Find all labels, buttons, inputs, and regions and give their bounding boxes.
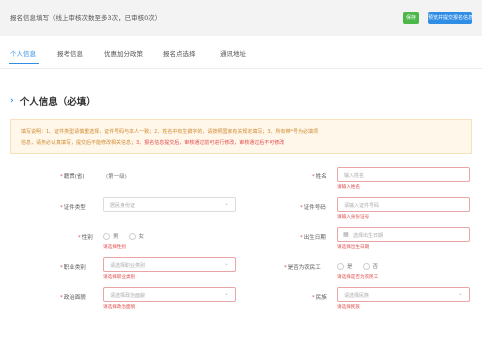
ethnicity-select[interactable]: 请选择民族 ⌄	[337, 287, 470, 302]
id-type-select[interactable]: 居民身份证 ⌄	[103, 197, 236, 212]
notice-box: 填写说明：1、证件类型请慎重选择，证件号码与本人一致；2、姓名中有生僻字的，请按…	[10, 119, 472, 154]
occupation-select[interactable]: 请选择职业类别 ⌄	[103, 257, 236, 272]
birth-date-picker[interactable]: ▦ 选择出生日期	[337, 227, 470, 242]
political-error: 请选择政治面貌	[103, 305, 136, 310]
birth-date-label: *出生日期	[300, 235, 326, 241]
tab-registration-point[interactable]: 报名点选择	[163, 48, 196, 58]
migrant-radio-group: 是 否	[337, 262, 388, 270]
migrant-option-no[interactable]: 否	[362, 262, 378, 270]
tabs-divider	[0, 68, 482, 69]
section-heading: › 个人信息（必填）	[10, 94, 96, 108]
ethnicity-label: *民族	[312, 295, 327, 301]
name-error: 请输入姓名	[337, 185, 360, 190]
gender-error: 请选择性别	[103, 245, 126, 250]
origin-label: *籍贯(省)	[60, 174, 85, 180]
chevron-down-icon: ⌄	[223, 290, 229, 297]
tab-bar: 个人信息 报考信息 优惠加分政策 报名点选择 通讯地址	[0, 43, 482, 69]
migrant-option-yes[interactable]: 是	[337, 262, 353, 270]
tab-personal-info[interactable]: 个人信息	[10, 48, 36, 58]
radio-circle-icon	[337, 262, 344, 270]
notice-line-2: 信息，请务必认真填写，提交后不能修改相关信息；3、报名信息提交后，审核通过前可进…	[21, 139, 284, 146]
calendar-icon: ▦	[343, 230, 349, 238]
name-label: *姓名	[312, 174, 327, 180]
id-type-label: *证件类型	[60, 205, 86, 211]
chevron-down-icon: ⌄	[223, 260, 229, 267]
political-select[interactable]: 请选择政治面貌 ⌄	[103, 287, 236, 302]
birth-date-error: 请选择出生日期	[337, 245, 370, 250]
occupation-label: *职业类别	[60, 265, 86, 271]
migrant-label: *是否为农民工	[284, 265, 321, 271]
active-tab-indicator	[9, 63, 39, 64]
migrant-error: 请选择是否为农民工	[337, 275, 379, 280]
tab-bonus-policy[interactable]: 优惠加分政策	[104, 48, 143, 58]
name-input[interactable]: 输入姓名	[337, 167, 470, 182]
page-header: 报名信息填写（线上审核次数至多3次，已审核0次） 保存 预览并提交报名信息	[0, 0, 482, 36]
id-number-input[interactable]: 请输入证件号码	[337, 197, 470, 212]
section-title: 个人信息（必填）	[19, 97, 96, 108]
gender-option-male[interactable]: 男	[103, 232, 119, 240]
id-number-error: 请输入身份证号	[337, 215, 370, 220]
notice-line-2-text: 信息，请务必认真填写，提交后不能修改相关信息；	[21, 140, 137, 146]
radio-circle-icon	[362, 262, 370, 270]
radio-circle-icon	[128, 232, 136, 240]
chevron-right-icon: ›	[10, 96, 14, 106]
chevron-down-icon: ⌄	[457, 290, 463, 297]
id-number-label: *证件号码	[300, 205, 326, 211]
origin-value: (第一级)	[106, 174, 127, 180]
gender-radio-group: 男 女	[103, 232, 154, 240]
tab-mailing-address[interactable]: 通讯地址	[220, 48, 246, 58]
radio-circle-icon	[103, 232, 110, 240]
notice-line-2-warning: 3、报名信息提交后，审核通过前可进行修改，审核通过后不可修改	[136, 140, 285, 146]
tab-application-info[interactable]: 报考信息	[57, 48, 83, 58]
ethnicity-error: 请选择民族	[337, 305, 360, 310]
page-title: 报名信息填写（线上审核次数至多3次，已审核0次）	[10, 14, 162, 22]
gender-label: *性别	[78, 235, 93, 241]
notice-line-1: 填写说明：1、证件类型请慎重选择，证件号码与本人一致；2、姓名中有生僻字的，请按…	[21, 129, 319, 135]
save-button[interactable]: 保存	[403, 12, 419, 24]
occupation-error: 请选择职业类别	[103, 275, 136, 280]
gender-option-female[interactable]: 女	[128, 232, 144, 240]
political-label: *政治面貌	[60, 295, 86, 301]
chevron-down-icon: ⌄	[223, 200, 229, 207]
preview-submit-button[interactable]: 预览并提交报名信息	[428, 12, 472, 24]
